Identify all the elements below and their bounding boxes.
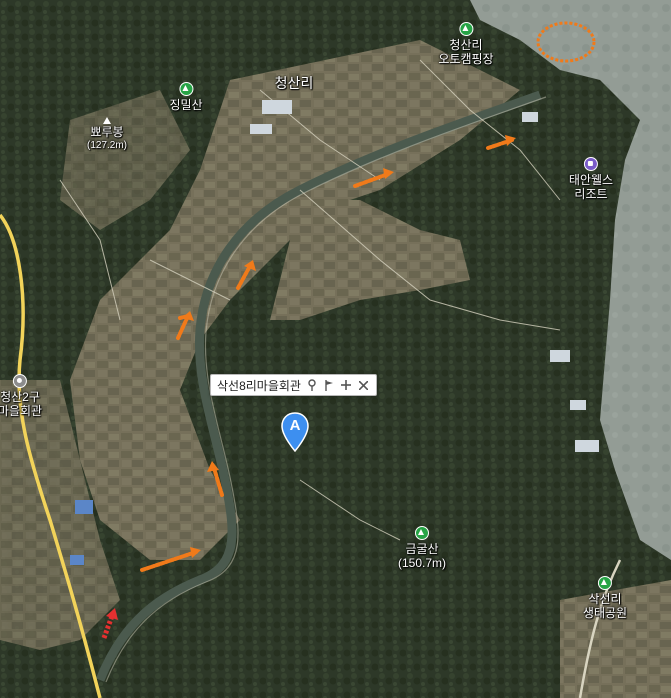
hall-icon bbox=[12, 374, 27, 388]
marker-label: A bbox=[289, 417, 301, 434]
peak-icon bbox=[102, 117, 111, 124]
label-ppyorubong[interactable]: 뾰루봉 (127.2m) bbox=[87, 117, 127, 153]
label-cheongsanri-camping[interactable]: 청산리 오토캠핑장 bbox=[438, 22, 494, 66]
elevation-text: (150.7m) bbox=[397, 556, 447, 570]
map-imagery bbox=[0, 0, 671, 698]
label-text: 청산리 bbox=[274, 75, 314, 91]
label-jingmilsan[interactable]: 징밀산 bbox=[169, 82, 203, 112]
location-popup: 삭선8리마을회관 bbox=[210, 374, 377, 396]
label-text: 마을회관 bbox=[0, 404, 43, 418]
mountain-icon bbox=[415, 526, 429, 540]
location-marker-a[interactable]: A bbox=[281, 412, 309, 453]
label-text: 청산리 bbox=[449, 38, 483, 52]
label-cheongsan-ri: 청산리 bbox=[275, 76, 314, 90]
label-text: 삭선리 bbox=[588, 592, 622, 606]
label-cheongsan-2gu-hall[interactable]: 청산2구 마을회관 bbox=[0, 374, 42, 418]
resort-icon bbox=[583, 157, 598, 171]
label-text: 리조트 bbox=[574, 187, 608, 201]
label-text: 징밀산 bbox=[169, 98, 203, 112]
pin-icon[interactable] bbox=[305, 378, 318, 392]
label-text: 태안웰스 bbox=[568, 173, 614, 187]
label-text: 생태공원 bbox=[582, 606, 628, 620]
plus-icon[interactable] bbox=[339, 378, 352, 392]
elevation-text: (127.2m) bbox=[86, 140, 128, 151]
label-geumgulsan[interactable]: 금굴산 (150.7m) bbox=[398, 526, 446, 570]
label-text: 오토캠핑장 bbox=[438, 52, 494, 66]
satellite-map[interactable]: 청산리 징밀산 뾰루봉 (127.2m) 청산리 오토캠핑장 태안웰스 리조트 … bbox=[0, 0, 671, 698]
label-text: 뾰루봉 bbox=[90, 125, 124, 139]
mountain-icon bbox=[179, 82, 193, 96]
label-text: 금굴산 bbox=[405, 542, 439, 556]
mountain-icon bbox=[597, 576, 612, 590]
mountain-icon bbox=[458, 22, 473, 36]
label-sakseonri-eco-park[interactable]: 삭선리 생태공원 bbox=[583, 576, 627, 620]
popup-title[interactable]: 삭선8리마을회관 bbox=[217, 377, 301, 394]
route-flag-icon[interactable] bbox=[322, 378, 335, 392]
close-icon[interactable] bbox=[357, 378, 370, 392]
label-text: 청산2구 bbox=[0, 390, 40, 404]
label-taean-wells-resort[interactable]: 태안웰스 리조트 bbox=[569, 157, 613, 201]
